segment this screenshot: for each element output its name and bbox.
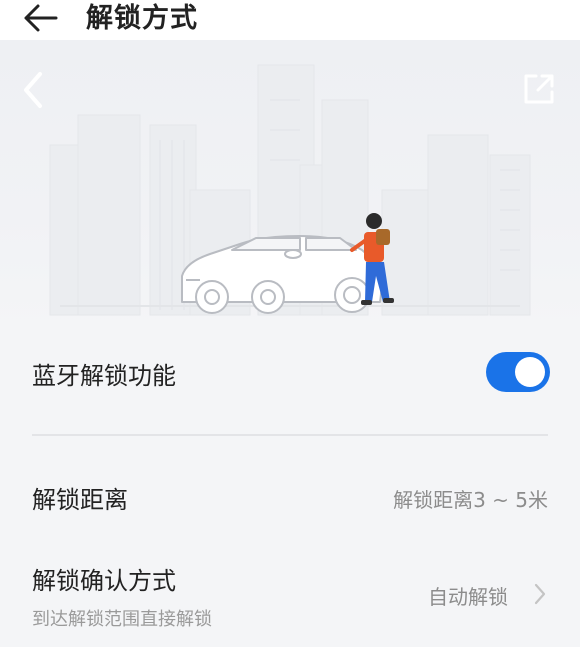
unlock-confirm-sublabel: 到达解锁范围直接解锁	[32, 609, 212, 630]
unlock-distance-value: 解锁距离3 ~ 5米	[393, 488, 548, 512]
unlock-distance-row[interactable]: 解锁距离 解锁距离3 ~ 5米	[0, 470, 580, 530]
unlock-confirm-value: 自动解锁	[428, 585, 508, 609]
toggle-knob	[515, 357, 545, 387]
chevron-left-icon[interactable]	[18, 70, 48, 110]
bluetooth-unlock-toggle[interactable]	[486, 352, 550, 392]
unlock-confirm-row[interactable]: 解锁确认方式 到达解锁范围直接解锁 自动解锁	[0, 555, 580, 647]
car-and-person-city-illustration	[49, 64, 531, 316]
share-external-icon[interactable]	[522, 72, 556, 106]
unlock-method-screen: 解锁方式 蓝牙解锁功能 解锁距离 解锁距离3 ~ 5米 解锁确认方式 到达解锁范…	[0, 0, 580, 647]
hero-banner	[0, 40, 580, 330]
unlock-confirm-label: 解锁确认方式	[32, 567, 176, 595]
chevron-right-icon[interactable]	[533, 582, 547, 606]
page-title: 解锁方式	[86, 3, 198, 34]
back-arrow-icon[interactable]	[22, 2, 58, 34]
section-divider	[32, 434, 548, 436]
unlock-distance-label: 解锁距离	[32, 486, 128, 514]
bluetooth-unlock-label: 蓝牙解锁功能	[32, 362, 176, 390]
top-bar: 解锁方式	[0, 0, 580, 40]
